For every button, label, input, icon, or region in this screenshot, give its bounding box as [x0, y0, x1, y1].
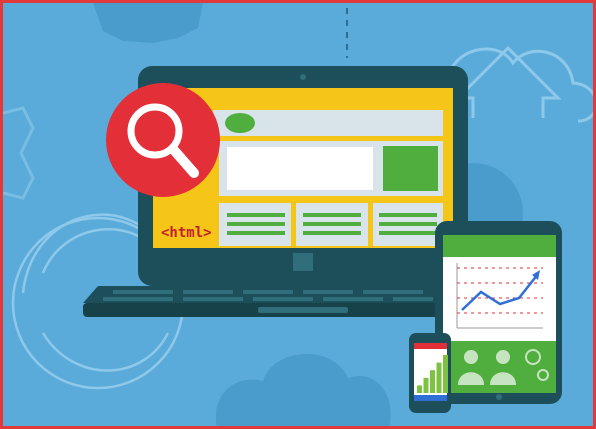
chart-bar	[417, 385, 422, 393]
cloud-icon	[215, 354, 391, 426]
camera-dot	[300, 74, 306, 80]
screen-logo	[225, 113, 255, 133]
laptop-hinge	[293, 253, 313, 271]
magnifier-icon	[106, 83, 220, 197]
tablet-home-button	[496, 394, 502, 400]
tablet	[435, 221, 562, 404]
phone	[409, 333, 451, 413]
tablet-header	[443, 235, 556, 257]
chart-bar	[436, 362, 442, 393]
phone-footer	[414, 395, 447, 401]
illustration-scene: <html>	[3, 3, 593, 426]
illustration-frame: <html>	[0, 0, 596, 429]
html-tag-label: <html>	[161, 225, 212, 241]
gear-icon	[93, 3, 203, 43]
phone-header	[414, 343, 447, 349]
screen-content-box	[227, 147, 373, 190]
screen-columns	[219, 203, 443, 246]
chart-bar	[430, 370, 435, 393]
gear-icon	[3, 106, 35, 200]
chart-bar	[423, 377, 429, 393]
screen-image-block	[383, 146, 438, 191]
chart-bar	[443, 355, 448, 393]
tablet-footer	[443, 341, 556, 393]
trackpad	[258, 307, 348, 313]
